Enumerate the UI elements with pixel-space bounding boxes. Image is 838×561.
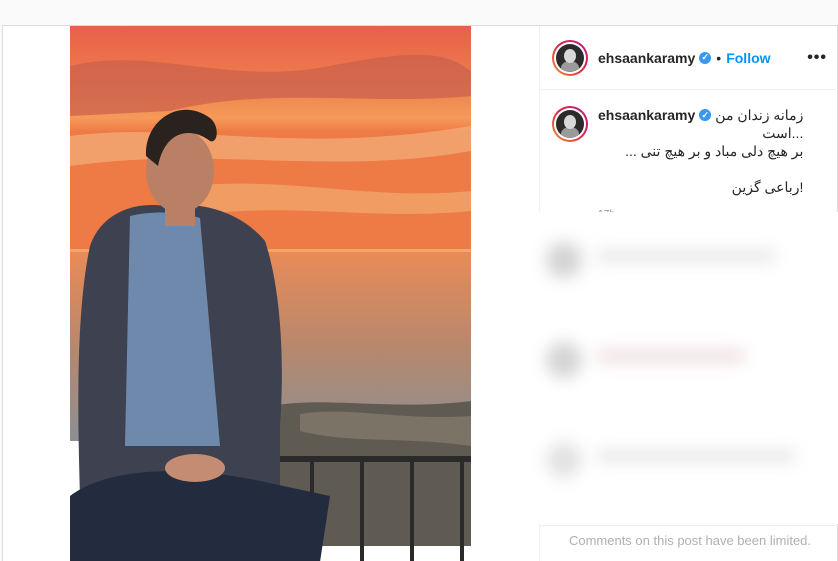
post-header: ehsaankaramy ✓ • Follow ••• bbox=[540, 26, 838, 90]
blurred-comment bbox=[546, 432, 806, 492]
caption-body: ehsaankaramy ✓ زمانه زندان من ...است بر … bbox=[598, 106, 803, 224]
header-username[interactable]: ehsaankaramy bbox=[598, 50, 695, 66]
caption-avatar-image bbox=[556, 110, 584, 138]
blurred-comments bbox=[530, 212, 838, 524]
sunset-portrait-image bbox=[70, 26, 471, 561]
post-photo[interactable] bbox=[70, 26, 471, 561]
post-caption: ehsaankaramy ✓ زمانه زندان من ...است بر … bbox=[540, 90, 838, 224]
caption-avatar[interactable] bbox=[552, 106, 588, 142]
header-separator: • bbox=[716, 49, 722, 66]
divider bbox=[540, 525, 838, 526]
verified-badge-icon: ✓ bbox=[699, 109, 712, 121]
caption-spacer bbox=[598, 160, 803, 178]
follow-button[interactable]: Follow bbox=[726, 50, 770, 66]
post-container: ehsaankaramy ✓ • Follow ••• ehsaankaramy… bbox=[2, 25, 838, 561]
blurred-comment bbox=[546, 232, 806, 292]
caption-text-line3: بر هیچ دلی مباد و بر هیچ تنی ... bbox=[625, 143, 804, 159]
caption-username-text[interactable]: ehsaankaramy bbox=[598, 106, 695, 124]
caption-text-line2: ...است bbox=[762, 125, 804, 141]
caption-text-line4: !رباعی گزین bbox=[731, 179, 804, 195]
caption-text-line1: زمانه زندان من bbox=[715, 107, 804, 123]
post-sidebar: ehsaankaramy ✓ • Follow ••• ehsaankaramy… bbox=[530, 26, 838, 561]
comments-limited-notice: Comments on this post have been limited. bbox=[568, 533, 812, 548]
more-options-icon[interactable]: ••• bbox=[807, 49, 827, 67]
verified-badge-icon: ✓ bbox=[699, 51, 712, 64]
blurred-comment bbox=[546, 332, 806, 392]
avatar-image bbox=[556, 43, 584, 72]
post-media[interactable] bbox=[3, 26, 539, 561]
profile-avatar[interactable] bbox=[552, 39, 588, 76]
caption-username[interactable]: ehsaankaramy ✓ bbox=[598, 106, 712, 124]
